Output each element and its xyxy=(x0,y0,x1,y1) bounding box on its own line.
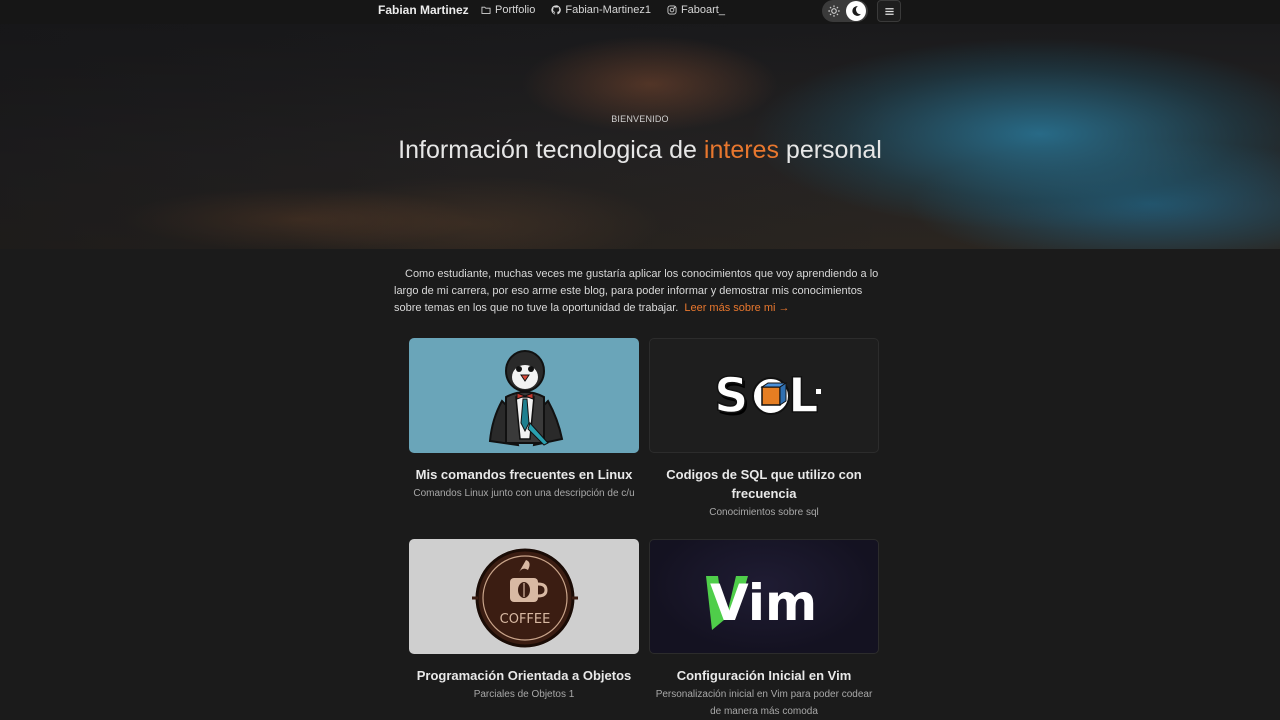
folder-icon xyxy=(481,6,491,14)
top-nav: Fabian Martinez Portfolio Fabian-Martine… xyxy=(0,0,1280,24)
card-title[interactable]: Programación Orientada a Objetos xyxy=(409,666,639,685)
vim-logo-image[interactable]: Vim xyxy=(649,539,879,654)
intro-paragraph: Como estudiante, muchas veces me gustarí… xyxy=(394,266,884,317)
card-description: Personalización inicial en Vim para pode… xyxy=(655,689,873,717)
nav-link-github[interactable]: Fabian-Martinez1 xyxy=(551,4,651,16)
nav-link-label: Fabian-Martinez1 xyxy=(565,4,651,16)
linux-penguin-image[interactable] xyxy=(409,338,639,453)
card-title[interactable]: Codigos de SQL que utilizo con frecuenci… xyxy=(649,465,879,503)
hero-kicker: BIENVENIDO xyxy=(611,114,669,124)
penguin-illustration xyxy=(488,350,564,447)
moon-button[interactable] xyxy=(846,1,866,21)
coffee-badge-image[interactable]: COFFEE xyxy=(409,539,639,654)
instagram-icon xyxy=(667,5,677,15)
sun-icon[interactable] xyxy=(827,4,841,18)
post-card-sql[interactable]: S S L Codigos de SQL que utilizo con fre… xyxy=(649,338,879,521)
card-description: Comandos Linux junto con una descripción… xyxy=(413,488,635,499)
nav-link-instagram[interactable]: Faboart_ xyxy=(667,4,725,16)
nav-link-portfolio[interactable]: Portfolio xyxy=(481,4,535,16)
read-more-link[interactable]: Leer más sobre mi → xyxy=(684,302,789,314)
nav-links: Portfolio Fabian-Martinez1 Faboart_ xyxy=(481,4,725,16)
card-title[interactable]: Mis comandos frecuentes en Linux xyxy=(409,465,639,484)
sql-logo-image[interactable]: S S L xyxy=(649,338,879,453)
hero-title: Información tecnologica de interes perso… xyxy=(0,136,1280,165)
card-title[interactable]: Configuración Inicial en Vim xyxy=(649,666,879,685)
post-card-oop[interactable]: COFFEE Programación Orientada a Objetos … xyxy=(409,539,639,703)
menu-button[interactable] xyxy=(877,0,901,22)
nav-link-label: Portfolio xyxy=(495,4,536,16)
card-description: Conocimientos sobre sql xyxy=(709,507,819,518)
vim-logo-text: Vim xyxy=(710,574,817,632)
post-card-vim[interactable]: Vim Configuración Inicial en Vim Persona… xyxy=(649,539,879,720)
hero-banner: BIENVENIDO Información tecnologica de in… xyxy=(0,24,1280,249)
sql-logo-illustration: S S L xyxy=(713,367,821,427)
coffee-badge-text: COFFEE xyxy=(500,612,551,627)
nav-link-label: Faboart_ xyxy=(680,4,725,16)
coffee-badge-illustration: COFFEE xyxy=(472,548,578,648)
hamburger-menu-icon xyxy=(885,8,894,15)
sql-letter-l: L xyxy=(788,368,819,424)
github-icon xyxy=(551,5,562,15)
page: Fabian Martinez Portfolio Fabian-Martine… xyxy=(0,0,1280,720)
hero-title-start: Información tecnologica de xyxy=(398,136,704,164)
hero-title-accent: interes xyxy=(703,136,779,164)
intro-text: Como estudiante, muchas veces me gustarí… xyxy=(394,268,879,314)
card-description: Parciales de Objetos 1 xyxy=(473,689,575,700)
site-brand[interactable]: Fabian Martinez xyxy=(378,3,469,17)
hero-title-end: personal xyxy=(778,136,882,164)
sql-letter-s: S xyxy=(714,368,749,424)
vim-logo-illustration: Vim xyxy=(706,574,817,632)
moon-icon xyxy=(852,6,861,16)
post-card-linux[interactable]: Mis comandos frecuentes en Linux Comando… xyxy=(409,338,639,502)
theme-toggle[interactable] xyxy=(822,0,868,22)
